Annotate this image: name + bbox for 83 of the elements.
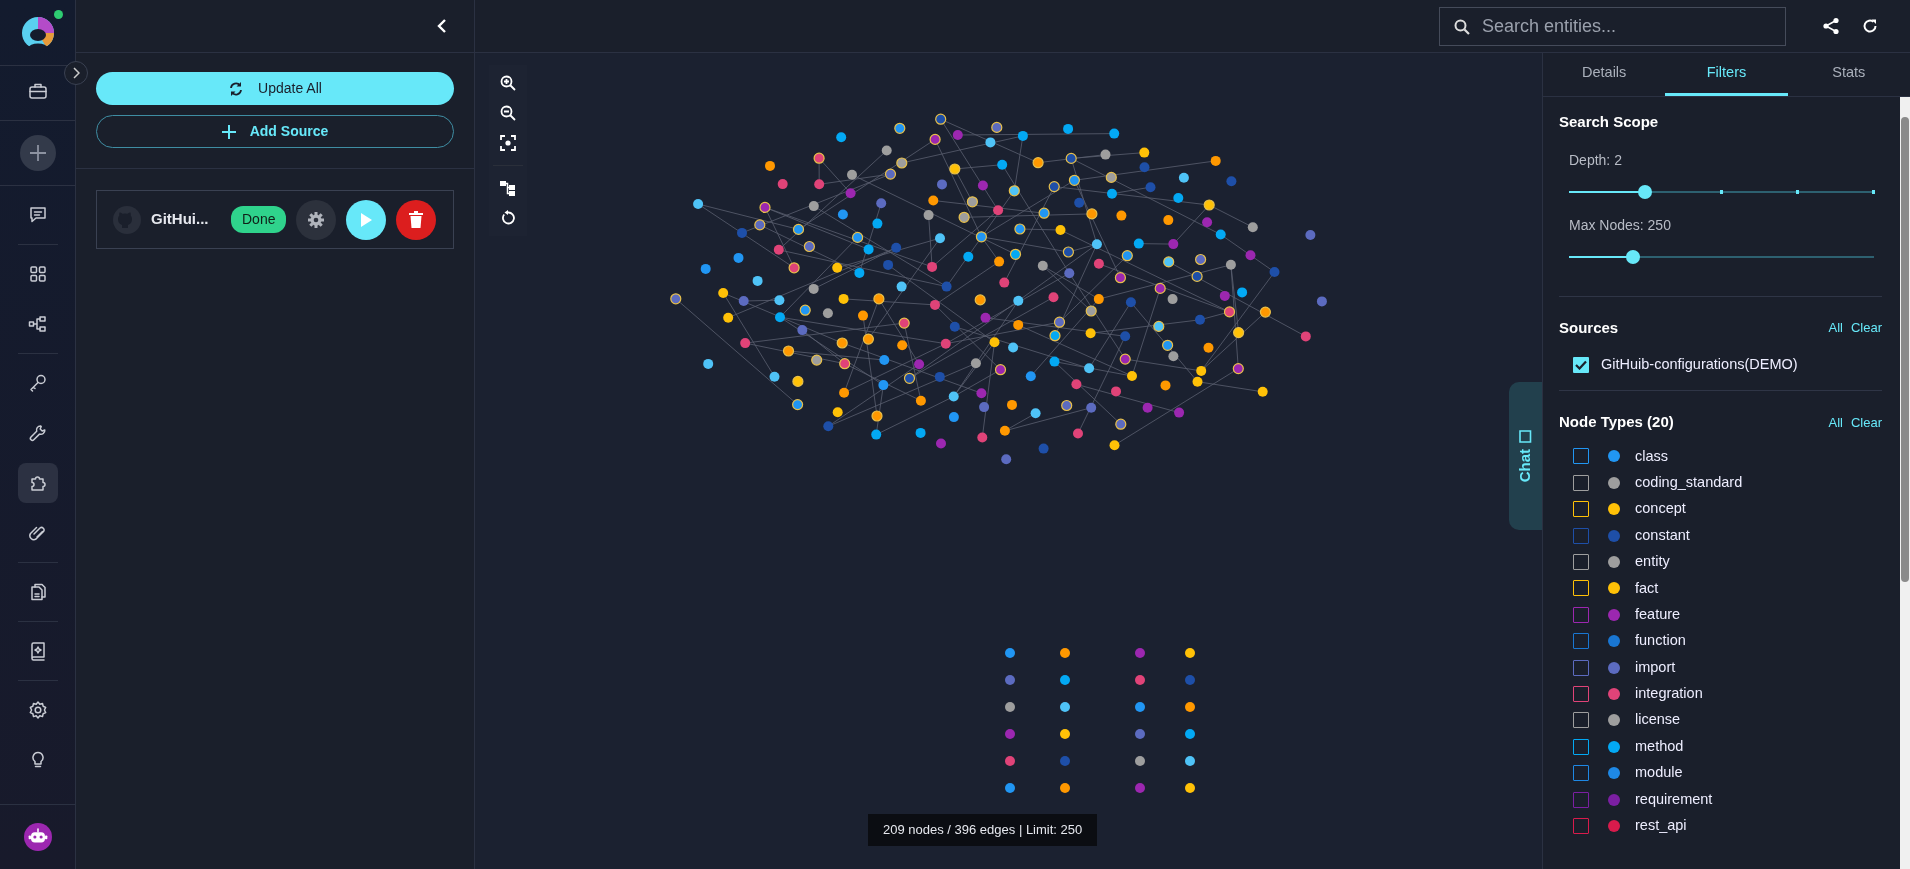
section-title: Node Types (20) [1559, 411, 1674, 432]
panel-tab[interactable]: Details [1543, 53, 1666, 96]
slider-label: Depth: 2 [1569, 150, 1623, 170]
checkbox-label: GitHuib-configurations(DEMO) [1601, 355, 1798, 374]
settings-icon [27, 700, 48, 720]
node-type-label: coding_standard [1635, 472, 1743, 492]
checkbox[interactable] [1573, 659, 1589, 676]
node-type-label: license [1635, 710, 1681, 730]
graph-status-text: 209 nodes / 396 edges | Limit: 250 [868, 814, 1098, 846]
hierarchy-icon [27, 314, 48, 334]
checkbox[interactable] [1573, 606, 1589, 623]
briefcase-icon [27, 81, 48, 101]
chevron-right-icon [72, 67, 80, 79]
checkbox[interactable] [1573, 738, 1589, 755]
panel-tab[interactable]: Stats [1787, 53, 1910, 96]
delete-button[interactable] [396, 199, 437, 240]
section-title: Search Scope [1559, 112, 1660, 132]
filter-link[interactable]: Clear [1842, 318, 1882, 338]
node-type-label: rest_api [1635, 816, 1687, 836]
settings-icon [307, 210, 326, 229]
node-type-label: integration [1635, 684, 1703, 704]
node-type-label: class [1635, 446, 1669, 466]
layout-button[interactable] [498, 178, 518, 198]
message-icon [27, 205, 48, 225]
status-badge: Done [231, 206, 287, 233]
play-icon [359, 211, 374, 228]
checkbox[interactable] [1573, 765, 1589, 782]
chat-icon [1519, 429, 1532, 443]
checkbox[interactable] [1573, 554, 1589, 570]
sync-icon [228, 80, 245, 97]
wrench-icon [27, 423, 48, 443]
filter-link[interactable]: Clear [1842, 412, 1882, 432]
scrollbar[interactable] [1900, 97, 1910, 869]
node-type-label: concept [1635, 499, 1686, 519]
trash-icon [409, 211, 424, 228]
key-icon [27, 373, 48, 393]
expand-sidebar-button[interactable] [64, 61, 88, 85]
panel-tab[interactable]: Filters [1665, 53, 1788, 96]
node-type-label: import [1635, 657, 1676, 677]
node-type-label: method [1635, 736, 1684, 756]
slider[interactable] [1569, 184, 1874, 199]
section-title: Sources [1559, 317, 1619, 338]
checkbox[interactable] [1573, 791, 1589, 808]
filter-link[interactable]: All [1820, 412, 1843, 432]
zoom-in-icon [500, 75, 516, 91]
fit-view-button[interactable] [498, 133, 518, 153]
logo-icon [20, 15, 55, 50]
node-type-label: module [1635, 763, 1683, 783]
checkbox[interactable] [1573, 817, 1589, 834]
filter-link[interactable]: All [1820, 318, 1843, 338]
update-all-button[interactable]: Update All [96, 72, 454, 105]
node-type-label: entity [1635, 552, 1670, 572]
slider[interactable] [1569, 249, 1874, 264]
checkbox[interactable] [1573, 448, 1589, 465]
focus-icon [500, 135, 516, 151]
share-icon [1822, 17, 1840, 35]
chevron-left-icon [436, 18, 448, 34]
checkbox[interactable] [1573, 527, 1589, 544]
zoom-out-button[interactable] [498, 103, 518, 123]
checkbox[interactable] [1573, 474, 1589, 491]
node-type-label: fact [1635, 578, 1659, 598]
grid-icon [27, 264, 48, 284]
refresh-icon [1862, 18, 1878, 34]
source-name: GitHui... [151, 209, 210, 230]
checkbox[interactable] [1573, 633, 1589, 650]
plus-icon [221, 124, 236, 139]
search-field[interactable]: Search entities... [1439, 6, 1786, 46]
node-type-label: constant [1635, 525, 1690, 545]
node-type-label: requirement [1635, 789, 1713, 809]
checkbox[interactable] [1573, 685, 1589, 702]
sidebar-item[interactable] [17, 463, 58, 503]
plus-icon [27, 143, 48, 163]
node-type-label: function [1635, 631, 1686, 651]
slider-label: Max Nodes: 250 [1569, 215, 1672, 235]
chat-tab[interactable]: Chat [1509, 382, 1542, 530]
checkbox[interactable] [1573, 712, 1589, 729]
add-button[interactable] [19, 135, 56, 171]
reset-icon [500, 210, 516, 226]
zoom-in-button[interactable] [498, 73, 518, 93]
hierarchy-icon [500, 180, 516, 196]
run-button[interactable] [346, 199, 387, 240]
node-type-label: feature [1635, 604, 1681, 624]
zoom-out-icon [500, 105, 516, 121]
